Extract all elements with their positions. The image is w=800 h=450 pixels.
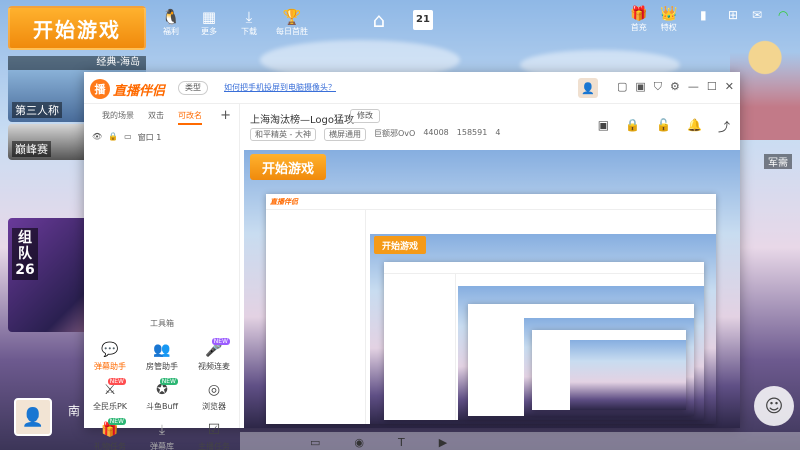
lock-icon[interactable]: 🔒	[108, 132, 118, 143]
download-icon: ⤓	[245, 8, 253, 26]
scene-panel: 我的场景 双击 可改名 + 👁 🔒 ▭ 窗口 1 工具箱 💬 弹幕助手 👥 房管…	[84, 104, 240, 450]
streaming-app-window: 播 直播伴侣 类型 如何把手机投屏到电脑摄像头？ 👤 ▢ ▣ ⛉ ⚙ — ☐ ✕…	[84, 72, 740, 450]
skin-icon[interactable]: ▣	[635, 80, 645, 94]
follower-count: 44008	[423, 128, 449, 137]
text-icon[interactable]: T	[398, 436, 405, 449]
danmu-icon: 💬	[101, 342, 119, 358]
start-game-button[interactable]: 开始游戏	[8, 6, 146, 50]
heat-value: 158591	[456, 128, 488, 137]
type-dropdown[interactable]: 类型	[178, 81, 208, 95]
home-icon[interactable]: ⌂	[364, 8, 394, 32]
peak-match-label: 巅峰赛	[12, 141, 51, 157]
room-manager-tool[interactable]: 👥 房管助手	[136, 342, 188, 372]
plus-icon[interactable]: ⊞	[728, 8, 738, 22]
browser-icon: ◎	[207, 382, 221, 398]
bell-icon[interactable]: 🔔	[687, 118, 702, 135]
face-icon[interactable]: ☺	[754, 386, 794, 426]
perspective-label: 第三人称	[12, 102, 62, 118]
minimize-icon[interactable]: —	[688, 80, 699, 94]
share-icon[interactable]: ⤴	[718, 118, 730, 135]
player-avatar[interactable]: 👤	[14, 398, 52, 436]
danmu-hall-tool[interactable]: ⤓ 弹幕库	[136, 422, 188, 450]
browser-tool[interactable]: ◎ 浏览器	[188, 382, 240, 412]
tab-my-scenes[interactable]: 我的场景	[102, 110, 134, 125]
help-link[interactable]: 如何把手机投屏到电脑摄像头？	[224, 82, 336, 93]
armory-label[interactable]: 军需	[764, 154, 792, 169]
pk-tool[interactable]: NEW ⚔ 全民乐PK	[84, 378, 136, 412]
scene-tabs: 我的场景 双击 可改名	[102, 110, 202, 125]
first-recharge-button[interactable]: 🎁 首充	[630, 6, 647, 33]
player-name: 南	[68, 404, 81, 418]
logo-icon: 播	[90, 79, 110, 99]
unlock-icon[interactable]: 🔓	[656, 118, 671, 135]
battery-icon: ▮	[700, 8, 707, 22]
privilege-icon: 👑	[660, 6, 678, 22]
window-icon: ▭	[124, 132, 132, 141]
stream-preview[interactable]: 开始游戏 直播伴侣 开始游戏	[244, 150, 740, 428]
window-controls: ▢ ▣ ⛉ ⚙ — ☐ ✕	[617, 80, 734, 94]
preview-start-label: 开始游戏	[250, 154, 326, 180]
privilege-button[interactable]: 👑 特权	[660, 6, 677, 33]
lock-icon[interactable]: 🔒	[625, 118, 640, 135]
app-logo: 播 直播伴侣	[90, 78, 165, 100]
qq-icon: 🐧	[161, 8, 181, 26]
calendar-icon: 21	[413, 10, 433, 30]
room-tools: ▣ 🔒 🔓 🔔 ⤴	[598, 118, 730, 135]
bottom-icons: ▭ ◉ T ▶	[310, 436, 447, 449]
host-name: 巨额邪OvO	[373, 129, 416, 138]
more-icon: ▦	[201, 8, 217, 26]
danmu-assistant-tool[interactable]: 💬 弹幕助手	[84, 342, 136, 372]
camera-icon[interactable]: ▭	[310, 436, 320, 449]
record-icon[interactable]: ◉	[354, 436, 364, 449]
gift-task-tool[interactable]: NEW 🎁 礼物任务	[84, 418, 136, 450]
game-category[interactable]: 和平精英 - 大神	[250, 128, 316, 141]
orientation-setting[interactable]: 横屏通用	[323, 128, 366, 141]
recharge-icon: 🎁	[630, 6, 648, 22]
daily-win-button[interactable]: 🏆 每日首胜	[272, 8, 312, 37]
mail-icon[interactable]: ✉	[752, 8, 762, 22]
host-task-tool[interactable]: ☑ 主播任务	[188, 422, 240, 450]
scene-source-label: 窗口 1	[137, 133, 162, 142]
welfare-button[interactable]: 🐧 福利	[156, 8, 186, 37]
shirt-icon[interactable]: ⛉	[654, 80, 662, 94]
toolbox-title: 工具箱	[150, 319, 174, 328]
tab-double-click[interactable]: 双击	[148, 110, 164, 125]
add-scene-icon[interactable]: +	[220, 108, 231, 123]
wifi-icon: ◠	[778, 8, 789, 22]
video-link-tool[interactable]: NEW 🎤 视频连麦	[188, 338, 240, 372]
download-button[interactable]: ⤓ 下载	[234, 8, 264, 37]
maximize-icon[interactable]: ☐	[707, 80, 717, 94]
edit-room-button[interactable]: 修改	[350, 109, 380, 123]
buff-tool[interactable]: NEW ✪ 斗鱼Buff	[136, 378, 188, 412]
eye-icon[interactable]: 👁	[92, 132, 102, 143]
mode-title: 经典-海岛	[8, 56, 146, 70]
danmu-hall-icon: ⤓	[158, 422, 166, 438]
close-icon[interactable]: ✕	[725, 80, 734, 94]
user-avatar[interactable]: 👤	[578, 78, 598, 98]
character-figure	[730, 30, 800, 140]
room-title: 上海淘汰榜—Logo猛攻	[250, 115, 354, 126]
more-button[interactable]: ▦ 更多	[194, 8, 224, 37]
room-meta: 和平精英 - 大神 横屏通用 巨额邪OvO 44008 158591 4	[250, 128, 500, 141]
trophy-icon: 🏆	[282, 8, 302, 26]
nested-window-1: 直播伴侣 开始游戏	[266, 194, 716, 424]
play-icon[interactable]: ▶	[439, 436, 447, 449]
room-info-bar: 上海淘汰榜—Logo猛攻 修改 和平精英 - 大神 横屏通用 巨额邪OvO 44…	[240, 104, 740, 144]
host-task-icon: ☑	[207, 422, 221, 438]
scene-source-item[interactable]: 👁 🔒 ▭ 窗口 1	[92, 132, 161, 143]
team-label: 组队 26	[12, 228, 38, 280]
tab-renamable[interactable]: 可改名	[178, 110, 202, 125]
viewer-count: 4	[495, 128, 501, 137]
app-header: 播 直播伴侣 类型 如何把手机投屏到电脑摄像头？ 👤 ▢ ▣ ⛉ ⚙ — ☐ ✕	[84, 72, 740, 104]
screenshot-icon[interactable]: ▣	[598, 118, 609, 135]
settings-icon[interactable]: ⚙	[670, 80, 680, 94]
peak-match-card[interactable]: 巅峰赛	[8, 124, 88, 160]
game-top-bar: 开始游戏 🐧 福利 ▦ 更多 ⤓ 下载 🏆 每日首胜 ⌂ 21 🎁 首充 👑 特…	[0, 0, 800, 50]
message-icon[interactable]: ▢	[617, 80, 627, 94]
calendar-button[interactable]: 21	[408, 10, 438, 30]
room-manager-icon: 👥	[153, 342, 171, 358]
